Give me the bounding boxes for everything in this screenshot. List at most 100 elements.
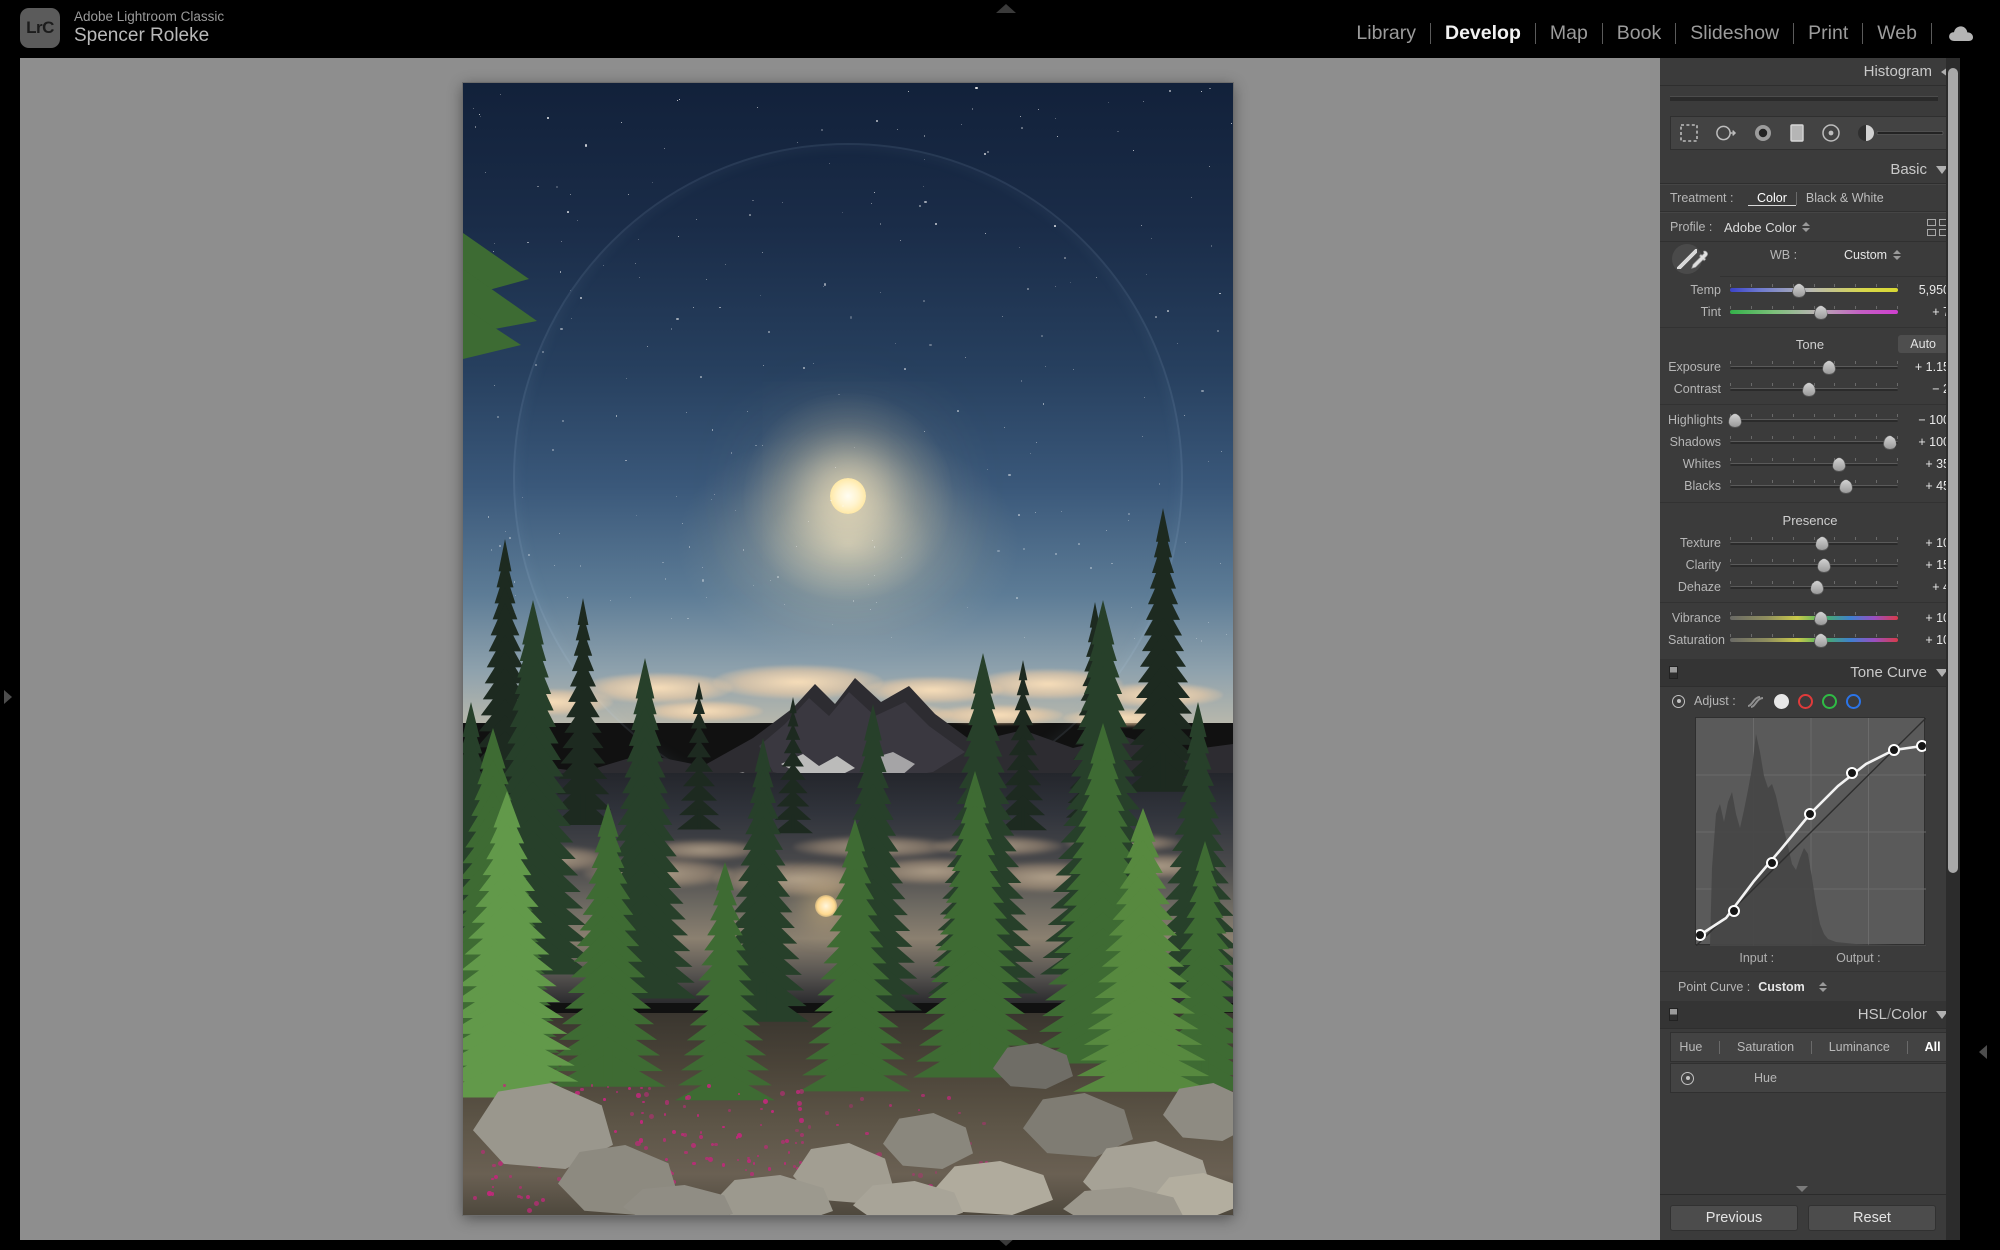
red-eye-correction-icon[interactable] bbox=[1753, 123, 1773, 143]
slider-saturation-track[interactable] bbox=[1730, 633, 1898, 648]
cloud-sync-icon[interactable] bbox=[1932, 25, 1988, 42]
slider-temp-value: 5,950 bbox=[1918, 283, 1950, 297]
image-canvas[interactable] bbox=[20, 58, 1660, 1240]
point-curve-value[interactable]: Custom bbox=[1758, 980, 1805, 994]
slider-dehaze[interactable]: Dehaze + 4 bbox=[1660, 576, 1960, 598]
night-landscape-photo[interactable] bbox=[463, 83, 1233, 1215]
treatment-color-option[interactable]: Color bbox=[1748, 191, 1796, 206]
slider-texture-value: + 10 bbox=[1925, 536, 1950, 550]
hsl-panel-header[interactable]: HSL/Color bbox=[1660, 1001, 1960, 1029]
tone-curve-panel-header[interactable]: Tone Curve bbox=[1660, 659, 1960, 687]
panel-switch-icon[interactable] bbox=[1669, 666, 1678, 679]
hsl-hue-label: Hue bbox=[1754, 1071, 1777, 1085]
hsl-tab-hue[interactable]: Hue bbox=[1679, 1040, 1702, 1054]
slider-shadows-track[interactable] bbox=[1730, 435, 1898, 450]
hsl-tab-saturation[interactable]: Saturation bbox=[1737, 1040, 1794, 1054]
right-panel-scrollbar[interactable] bbox=[1946, 58, 1960, 1240]
module-develop[interactable]: Develop bbox=[1431, 22, 1535, 45]
previous-button[interactable]: Previous bbox=[1670, 1204, 1798, 1231]
hsl-tab-divider bbox=[1810, 1040, 1812, 1054]
slider-whites-track[interactable] bbox=[1730, 457, 1898, 472]
target-adjust-icon[interactable] bbox=[1672, 694, 1685, 708]
target-adjust-icon[interactable] bbox=[1681, 1071, 1694, 1085]
slider-vibrance[interactable]: Vibrance + 10 bbox=[1660, 607, 1960, 629]
slider-saturation[interactable]: Saturation + 10 bbox=[1660, 629, 1960, 651]
curve-input-label: Input : bbox=[1739, 951, 1775, 965]
slider-vibrance-track[interactable] bbox=[1730, 611, 1898, 626]
right-panel-collapse-arrow[interactable] bbox=[1979, 1045, 1987, 1059]
module-library[interactable]: Library bbox=[1342, 22, 1430, 45]
identity-plate[interactable]: LrC Adobe Lightroom Classic Spencer Role… bbox=[20, 8, 224, 48]
histogram-graph bbox=[1660, 86, 1960, 112]
profile-stepper-icon[interactable] bbox=[1802, 222, 1811, 232]
slider-blacks[interactable]: Blacks + 45 bbox=[1660, 475, 1960, 497]
module-book[interactable]: Book bbox=[1603, 22, 1675, 45]
masking-icon[interactable] bbox=[1789, 123, 1805, 143]
tone-curve-graph[interactable] bbox=[1694, 717, 1928, 947]
slider-texture-track[interactable] bbox=[1730, 536, 1898, 551]
radial-gradient-icon[interactable] bbox=[1821, 123, 1841, 143]
channel-blue-icon[interactable] bbox=[1845, 693, 1861, 709]
hsl-tab-divider bbox=[1906, 1040, 1908, 1054]
channel-green-icon[interactable] bbox=[1821, 693, 1837, 709]
slider-tint-label: Tint bbox=[1700, 305, 1721, 319]
slider-shadows[interactable]: Shadows + 100 bbox=[1660, 431, 1960, 453]
slider-clarity-label: Clarity bbox=[1685, 558, 1721, 572]
module-slideshow[interactable]: Slideshow bbox=[1676, 22, 1793, 45]
panel-footer: Previous Reset bbox=[1660, 1194, 1946, 1240]
treatment-bw-option[interactable]: Black & White bbox=[1797, 191, 1893, 205]
hsl-tab-all[interactable]: All bbox=[1925, 1040, 1941, 1054]
channel-red-icon[interactable] bbox=[1797, 693, 1813, 709]
wb-value-control[interactable]: Custom bbox=[1844, 248, 1902, 262]
slider-temp[interactable]: Temp 5,950 bbox=[1660, 279, 1960, 301]
right-panel: Histogram Basic Treatment: Color Black … bbox=[1660, 58, 1960, 1240]
tone-curve-svg bbox=[1694, 717, 1928, 947]
panel-end-marker bbox=[1796, 1186, 1808, 1192]
slider-temp-track[interactable] bbox=[1730, 283, 1898, 298]
slider-clarity[interactable]: Clarity + 15 bbox=[1660, 554, 1960, 576]
hsl-tab-luminance[interactable]: Luminance bbox=[1829, 1040, 1890, 1054]
curve-output-label: Output : bbox=[1836, 951, 1881, 965]
channel-white-icon[interactable] bbox=[1773, 693, 1789, 709]
slider-exposure-track[interactable] bbox=[1730, 360, 1898, 375]
slider-highlights-label: Highlights bbox=[1668, 413, 1723, 427]
auto-tone-button[interactable]: Auto bbox=[1898, 335, 1948, 353]
top-panel-collapse-arrow[interactable] bbox=[996, 4, 1016, 13]
slider-highlights[interactable]: Highlights − 100 bbox=[1660, 409, 1960, 431]
basic-panel-header[interactable]: Basic bbox=[1660, 156, 1960, 184]
profile-grid-icon[interactable] bbox=[1927, 218, 1948, 236]
eyedropper-icon[interactable] bbox=[1672, 244, 1708, 274]
module-print[interactable]: Print bbox=[1794, 22, 1862, 45]
slider-contrast[interactable]: Contrast − 2 bbox=[1660, 378, 1960, 400]
scrollbar-thumb[interactable] bbox=[1948, 68, 1958, 873]
reset-button[interactable]: Reset bbox=[1808, 1204, 1936, 1231]
slider-clarity-track[interactable] bbox=[1730, 558, 1898, 573]
wb-stepper-icon[interactable] bbox=[1893, 250, 1902, 260]
slider-tint-track[interactable] bbox=[1730, 305, 1898, 320]
amount-slider-icon[interactable] bbox=[1857, 124, 1945, 142]
left-panel-collapsed[interactable] bbox=[0, 58, 20, 1240]
channel-luminance-icon[interactable] bbox=[1745, 694, 1765, 709]
module-map[interactable]: Map bbox=[1536, 22, 1602, 45]
wb-value: Custom bbox=[1844, 248, 1888, 262]
slider-tint[interactable]: Tint + 7 bbox=[1660, 301, 1960, 323]
lightroom-window: LrC Adobe Lightroom Classic Spencer Role… bbox=[0, 0, 2000, 1250]
slider-whites[interactable]: Whites + 35 bbox=[1660, 453, 1960, 475]
slider-contrast-value: − 2 bbox=[1932, 382, 1950, 396]
slider-highlights-track[interactable] bbox=[1728, 413, 1898, 428]
crop-overlay-icon[interactable] bbox=[1679, 123, 1699, 143]
slider-texture[interactable]: Texture + 10 bbox=[1660, 532, 1960, 554]
slider-dehaze-track[interactable] bbox=[1730, 580, 1898, 595]
module-web[interactable]: Web bbox=[1863, 22, 1931, 45]
spot-removal-icon[interactable] bbox=[1715, 124, 1737, 142]
slider-contrast-label: Contrast bbox=[1673, 382, 1721, 396]
point-curve-stepper-icon[interactable] bbox=[1818, 981, 1827, 992]
slider-exposure[interactable]: Exposure + 1.15 bbox=[1660, 356, 1960, 378]
histogram-panel-header[interactable]: Histogram bbox=[1660, 58, 1960, 86]
left-panel-expand-arrow[interactable] bbox=[4, 690, 12, 704]
slider-contrast-track[interactable] bbox=[1730, 382, 1898, 397]
profile-value[interactable]: Adobe Color bbox=[1724, 220, 1796, 235]
module-picker: Library Develop Map Book Slideshow Print… bbox=[1342, 18, 1988, 48]
panel-switch-icon[interactable] bbox=[1669, 1008, 1678, 1021]
slider-blacks-track[interactable] bbox=[1730, 479, 1898, 494]
